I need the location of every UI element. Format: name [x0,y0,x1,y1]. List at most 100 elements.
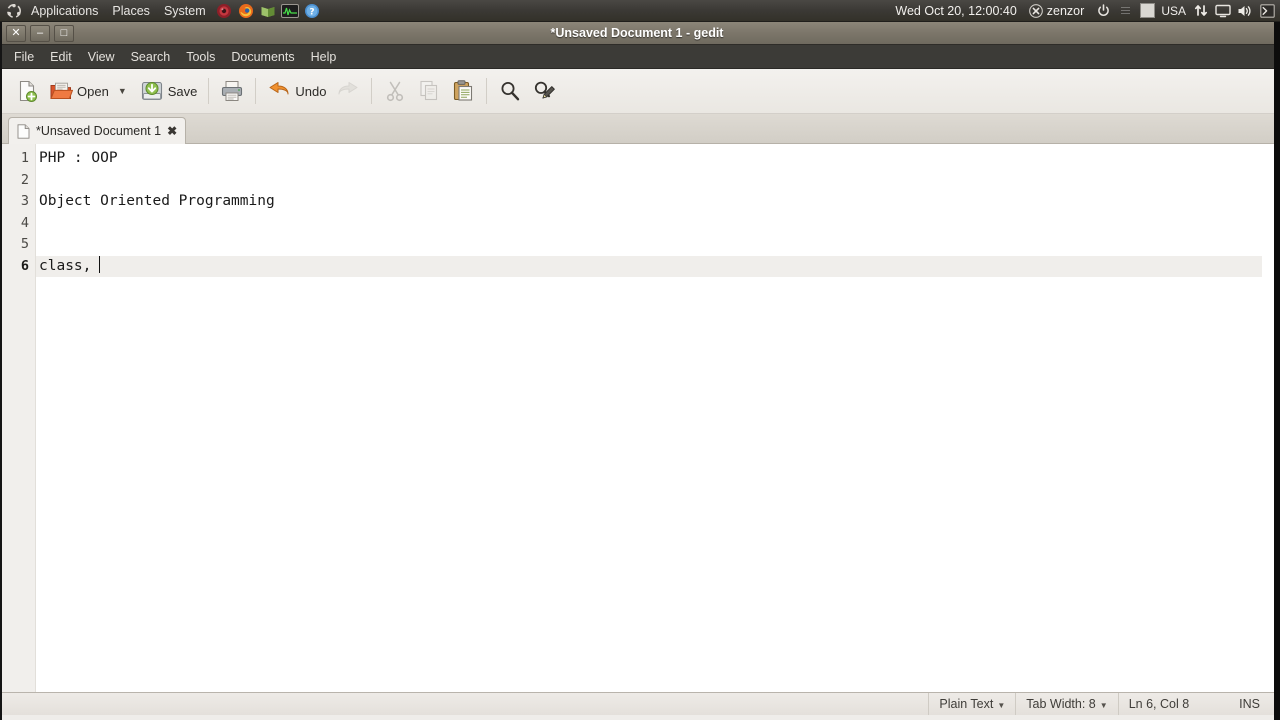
panel-clock[interactable]: Wed Oct 20, 12:00:40 [887,4,1024,18]
insert-mode-indicator: INS [1239,697,1260,711]
window-title: *Unsaved Document 1 - gedit [550,26,724,40]
tab-close-icon[interactable]: ✖ [167,125,177,137]
print-icon [220,79,244,103]
gnome-top-panel: Applications Places System ? Wed Oct 20,… [0,0,1280,22]
menu-search[interactable]: Search [123,47,179,67]
panel-user-name[interactable]: zenzor [1047,4,1093,18]
code-line-current-text: class, [39,257,101,274]
toolbar-separator [208,78,210,104]
help-question-icon[interactable]: ? [302,0,322,22]
open-button-label: Open [77,83,109,99]
toolbar-separator [255,78,257,104]
code-line: PHP : OOP [39,150,118,166]
line-number: 1 [20,150,29,166]
separator-dots-icon [1115,0,1135,22]
window-controls: ✕ – □ [0,24,74,42]
terminal-icon[interactable] [1257,0,1277,22]
open-dropdown-arrow-icon[interactable]: ▼ [114,86,135,96]
statusbar: Plain Text ▼ Tab Width: 8 ▼ Ln 6, Col 8 IN… [0,693,1274,715]
ubuntu-help-circle-icon[interactable] [214,0,234,22]
menu-file[interactable]: File [6,47,42,67]
language-selector[interactable]: Plain Text ▼ [928,693,1015,715]
firefox-icon[interactable] [236,0,256,22]
line-number: 5 [20,236,29,252]
menubar: File Edit View Search Tools Documents He… [0,45,1274,69]
system-monitor-icon[interactable] [280,0,300,22]
undo-arrow-icon [267,79,291,103]
line-number-current: 6 [0,255,35,277]
open-folder-icon [49,79,73,103]
tab-unsaved-document-1[interactable]: *Unsaved Document 1 ✖ [8,117,187,144]
panel-menu-system[interactable]: System [157,0,213,22]
gedit-window: ✕ – □ *Unsaved Document 1 - gedit File E… [0,22,1274,720]
line-number: 3 [20,193,29,209]
cut-scissors-icon [383,79,407,103]
tab-width-selector[interactable]: Tab Width: 8 ▼ [1015,693,1117,715]
open-button[interactable]: Open [44,73,114,109]
editor-area[interactable]: 1 2 3 4 5 6 PHP : OOP Object Oriented Pr… [0,144,1274,693]
language-label: Plain Text [939,697,994,711]
language-dropdown-arrow-icon: ▼ [997,701,1006,710]
find-magnifier-icon [498,79,522,103]
editor-right-padding [1262,144,1274,692]
window-minimize-button[interactable]: – [30,24,50,42]
text-cursor [99,255,101,273]
panel-menu-places[interactable]: Places [105,0,157,22]
menu-view[interactable]: View [80,47,123,67]
power-icon[interactable] [1093,0,1113,22]
tab-title: *Unsaved Document 1 [36,124,162,138]
replace-button[interactable] [527,73,561,109]
redo-button[interactable] [331,73,365,109]
window-maximize-button[interactable]: □ [54,24,74,42]
green-book-icon[interactable] [258,0,278,22]
keyboard-layout-label[interactable]: USA [1158,4,1190,18]
svg-text:?: ? [309,7,314,17]
line-number: 2 [20,171,29,188]
display-icon[interactable] [1213,0,1233,22]
new-document-button[interactable] [10,73,44,109]
line-number-gutter: 1 2 3 4 5 6 [0,144,36,692]
menu-edit[interactable]: Edit [42,47,80,67]
paste-button[interactable] [446,73,480,109]
undo-button[interactable]: Undo [262,73,331,109]
toolbar-separator [371,78,373,104]
cut-button[interactable] [378,73,412,109]
cursor-position: Ln 6, Col 8 [1117,693,1199,715]
tab-width-dropdown-arrow-icon: ▼ [1099,701,1108,710]
print-button[interactable] [215,73,249,109]
find-button[interactable] [493,73,527,109]
menu-tools[interactable]: Tools [178,47,223,67]
menu-help[interactable]: Help [303,47,345,67]
volume-icon[interactable] [1235,0,1255,22]
line-number: 4 [20,214,29,231]
panel-right-section: Wed Oct 20, 12:00:40 zenzor USA [887,0,1280,22]
network-updown-icon[interactable] [1191,0,1211,22]
screen-right-edge [1274,22,1280,720]
toolbar: Open ▼ Save Undo [0,69,1274,114]
document-icon [17,123,30,139]
copy-button[interactable] [412,73,446,109]
screen-left-edge [0,22,2,720]
code-text[interactable]: PHP : OOP Object Oriented Programming cl… [36,144,1274,692]
user-status-icon[interactable] [1026,0,1046,22]
window-close-button[interactable]: ✕ [6,24,26,42]
save-button[interactable]: Save [135,73,203,109]
redo-arrow-icon [336,79,360,103]
code-line: Object Oriented Programming [39,193,275,209]
panel-menu-applications[interactable]: Applications [24,0,105,22]
window-titlebar: ✕ – □ *Unsaved Document 1 - gedit [0,22,1274,45]
keyboard-flag-icon[interactable] [1137,0,1157,22]
toolbar-separator [486,78,488,104]
save-icon [140,79,164,103]
screen: Applications Places System ? Wed Oct 20,… [0,0,1280,720]
replace-magnifier-icon [532,79,556,103]
tab-width-label: Tab Width: 8 [1026,697,1096,711]
code-line-current: class, [36,255,1274,277]
menu-documents[interactable]: Documents [223,47,302,67]
new-document-icon [15,79,39,103]
ubuntu-logo-icon[interactable] [4,0,24,22]
save-button-label: Save [167,83,198,99]
